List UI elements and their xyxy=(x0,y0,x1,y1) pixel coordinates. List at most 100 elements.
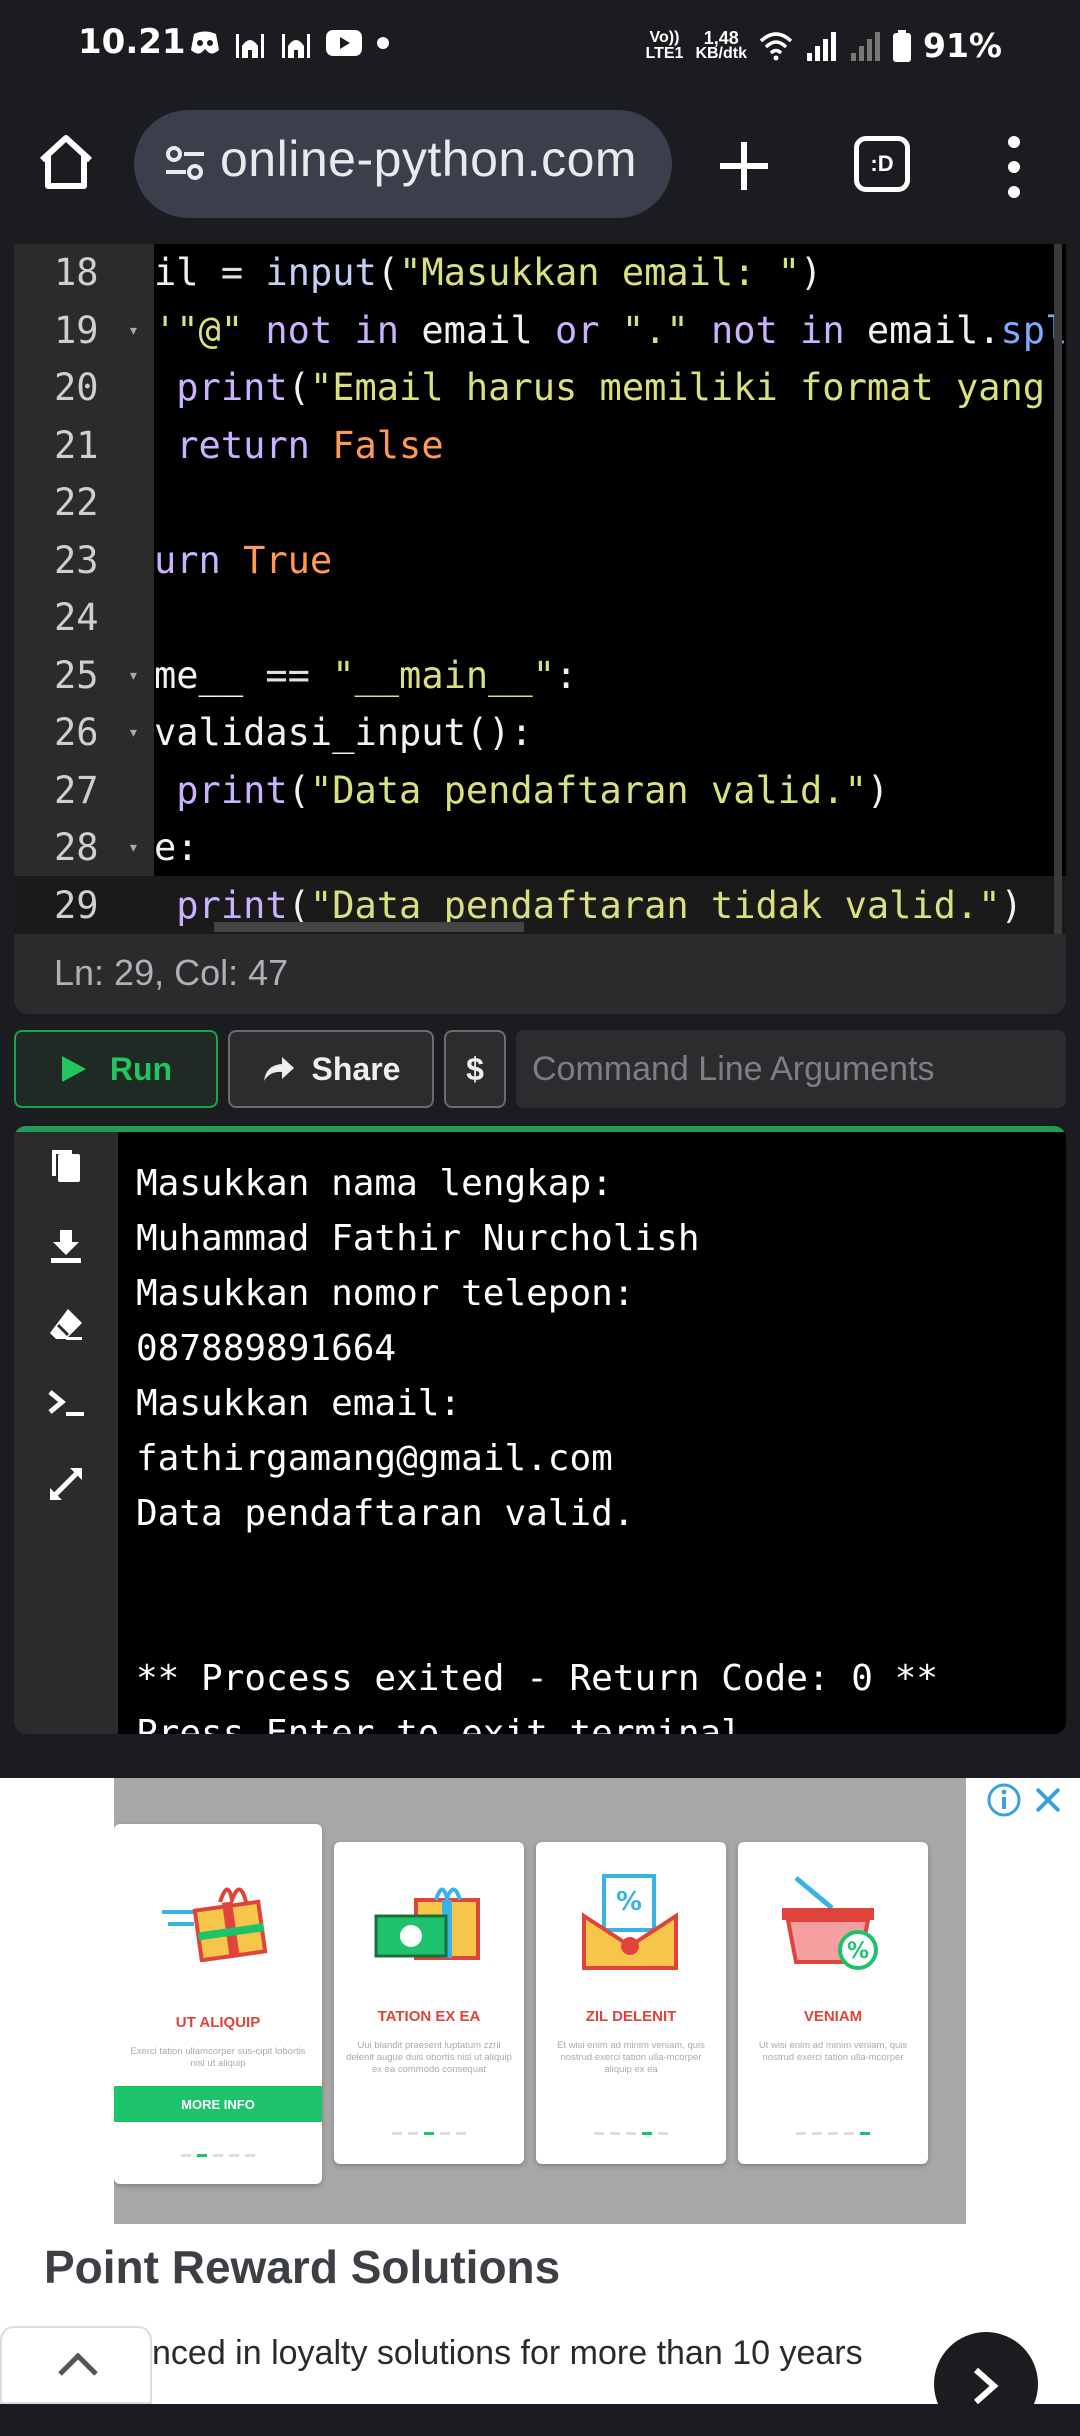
share-button[interactable]: Share xyxy=(228,1030,434,1108)
collapse-ad-button[interactable] xyxy=(0,2326,152,2404)
gift-icon xyxy=(162,1887,268,1962)
fold-arrow-icon[interactable]: ▾ xyxy=(128,647,139,705)
ad-banner[interactable]: UT ALIQUIP Exerci tation ullamcorper sus… xyxy=(0,1778,1080,2404)
code-line[interactable]: 26 ▾ validasi_input(): xyxy=(14,704,1066,762)
code-text: urn True xyxy=(154,532,332,590)
wifi-icon xyxy=(759,31,793,60)
copy-icon[interactable] xyxy=(46,1146,86,1186)
ad-image[interactable]: UT ALIQUIP Exerci tation ullamcorper sus… xyxy=(114,1778,966,2224)
clock: 10.21 xyxy=(78,22,186,62)
lte-indicator: Vo)) LTE1 xyxy=(645,28,684,62)
code-editor[interactable]: 18 il = input("Masukkan email: ") 19 ▾ '"@" … xyxy=(14,244,1066,934)
site-settings-icon[interactable] xyxy=(164,142,206,184)
info-icon[interactable] xyxy=(986,1782,1022,1818)
fold-arrow-icon[interactable]: ▾ xyxy=(128,302,139,360)
code-line[interactable]: 27 print("Data pendaftaran valid.") xyxy=(14,762,1066,820)
status-bar: 10.21 Vo)) LTE1 1,48 KB/dtk 91% xyxy=(0,0,1080,92)
terminal-panel[interactable]: Masukkan nama lengkap: Muhammad Fathir N… xyxy=(14,1126,1066,1734)
code-line[interactable]: 28 ▾ e: xyxy=(14,819,1066,877)
svg-text:%: % xyxy=(847,1939,869,1964)
fold-arrow-icon[interactable]: ▾ xyxy=(128,819,139,877)
line-number: 24 xyxy=(54,596,99,639)
code-token: ) xyxy=(800,251,823,294)
code-token: email xyxy=(399,308,555,352)
command-line-arguments-input[interactable] xyxy=(516,1030,1066,1108)
code-line[interactable]: 23 urn True xyxy=(14,532,1066,590)
code-text: e: xyxy=(154,819,199,877)
code-token: "Data pendaftaran valid." xyxy=(309,768,867,812)
code-token: me__ xyxy=(154,653,266,697)
carousel-dots xyxy=(181,2154,255,2157)
code-line[interactable]: 20 print("Email harus memiliki format ya… xyxy=(14,359,1066,417)
code-token: "." xyxy=(621,308,689,352)
code-token: ( xyxy=(287,366,310,409)
terminal-prompt-icon[interactable] xyxy=(46,1384,86,1424)
cursor-status-bar: Ln: 29, Col: 47 xyxy=(14,934,1066,1014)
svg-text:%: % xyxy=(616,1887,642,1917)
ad-choices[interactable] xyxy=(986,1782,1066,1818)
eraser-icon[interactable] xyxy=(46,1304,86,1344)
line-number: 28 xyxy=(54,826,99,869)
chevron-right-icon xyxy=(974,2368,999,2404)
discount-envelope-icon: % xyxy=(582,1874,678,1970)
ad-next-button[interactable] xyxy=(934,2332,1038,2436)
code-text: il = input("Masukkan email: ") xyxy=(154,244,822,302)
code-token: print xyxy=(176,883,288,927)
address-bar[interactable]: online-python.com xyxy=(134,110,672,218)
code-line[interactable]: 18 il = input("Masukkan email: ") xyxy=(14,244,1066,302)
fold-arrow-icon[interactable]: ▾ xyxy=(128,704,139,762)
line-number: 23 xyxy=(54,538,99,582)
ad-card-title: VENIAM xyxy=(803,2008,863,2025)
battery-level: 91% xyxy=(923,26,1002,65)
ad-title[interactable]: Point Reward Solutions xyxy=(44,2240,560,2294)
code-token: == xyxy=(265,653,333,697)
mosque-icon xyxy=(282,34,310,58)
horizontal-scrollbar[interactable] xyxy=(214,922,524,932)
download-icon[interactable] xyxy=(46,1226,86,1266)
code-token: ) xyxy=(1000,883,1023,927)
dot-icon xyxy=(377,37,389,49)
code-line[interactable]: 29 print("Data pendaftaran tidak valid."… xyxy=(14,877,1066,935)
code-line[interactable]: 19 ▾ '"@" not in email or "." not in email… xyxy=(14,302,1066,360)
line-number: 21 xyxy=(54,423,99,467)
url-text: online-python.com xyxy=(220,131,638,187)
code-token: '"@" xyxy=(154,308,244,352)
code-token: "Masukkan email: " xyxy=(399,251,801,294)
code-token: "__main__" xyxy=(332,653,555,697)
carousel-dots xyxy=(594,2132,668,2135)
vertical-scrollbar[interactable] xyxy=(1054,244,1062,934)
ad-card: % VENIAM Ut wisi enim ad minim veniam, q… xyxy=(738,1842,928,2164)
more-options-icon[interactable] xyxy=(996,134,1032,200)
notification-icons xyxy=(190,28,390,58)
close-icon[interactable] xyxy=(1030,1782,1066,1818)
code-token: or xyxy=(554,308,600,352)
new-tab-icon[interactable] xyxy=(714,136,774,196)
code-text: '"@" not in email or "." not in email.sp… xyxy=(154,302,1066,360)
code-token: urn xyxy=(154,538,221,582)
code-token: : xyxy=(554,653,578,697)
code-line[interactable]: 24 xyxy=(14,589,1066,647)
dollar-button[interactable]: $ xyxy=(444,1030,506,1108)
mosque-icon xyxy=(236,34,264,58)
code-token: print xyxy=(176,366,288,409)
ad-card-desc: Exerci tation ullamcorper sus-cipit lobo… xyxy=(130,2046,306,2069)
code-token: validasi_input(): xyxy=(154,711,533,754)
tab-switcher-button[interactable]: :D xyxy=(854,136,910,192)
line-number: 18 xyxy=(54,251,99,294)
chevron-up-icon xyxy=(58,2352,98,2376)
home-icon[interactable] xyxy=(34,130,98,194)
code-token: print xyxy=(176,768,288,812)
code-line[interactable]: 21 return False xyxy=(14,417,1066,475)
code-line[interactable]: 22 xyxy=(14,474,1066,532)
more-info-button[interactable]: MORE INFO xyxy=(114,2086,322,2122)
share-icon xyxy=(263,1057,294,1081)
code-token: return xyxy=(176,423,310,467)
expand-icon[interactable] xyxy=(46,1464,86,1504)
code-line[interactable]: 25 ▾ me__ == "__main__": xyxy=(14,647,1066,705)
signal-icon-sim2 xyxy=(851,31,880,61)
code-token: email. xyxy=(844,308,1001,352)
run-button[interactable]: Run xyxy=(14,1030,218,1108)
code-text: me__ == "__main__": xyxy=(154,647,577,705)
